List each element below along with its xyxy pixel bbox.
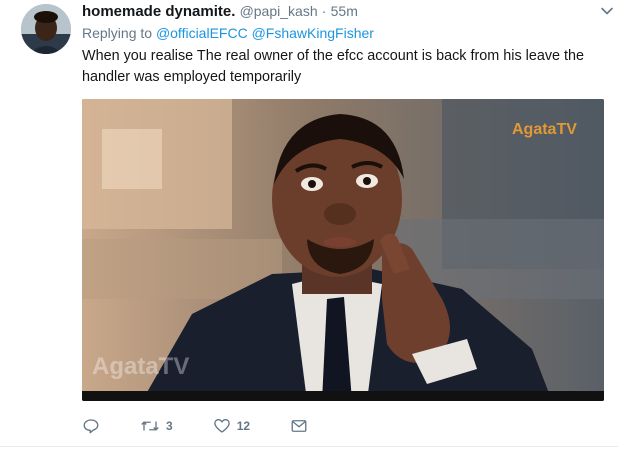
- tweet-text: When you realise The real owner of the e…: [82, 48, 585, 85]
- retweet-icon: [141, 421, 159, 431]
- tweet-header: homemade dynamite. @papi_kash · 55m: [82, 0, 604, 22]
- replying-to: Replying to @officialEFCC @FshawKingFish…: [82, 23, 604, 43]
- separator-dot: ·: [321, 3, 327, 19]
- like-count: 12: [236, 419, 251, 433]
- divider: [0, 446, 618, 447]
- timestamp[interactable]: 55m: [331, 3, 358, 19]
- tweet-actions: 3 12: [82, 415, 348, 437]
- like-button[interactable]: 12: [213, 417, 250, 435]
- retweet-count: 3: [166, 419, 173, 433]
- chevron-down-icon[interactable]: [600, 4, 614, 18]
- direct-message-button[interactable]: [290, 417, 308, 435]
- display-name[interactable]: homemade dynamite.: [82, 3, 235, 20]
- tweet: homemade dynamite. @papi_kash · 55m Repl…: [0, 0, 618, 453]
- watermark-bottom: AgataTV: [92, 353, 189, 380]
- mention-link[interactable]: @officialEFCC: [156, 25, 248, 41]
- heart-icon: [213, 419, 230, 433]
- watermark-top: AgataTV: [512, 121, 577, 138]
- tweet-media[interactable]: AgataTV AgataTV: [82, 99, 604, 401]
- avatar[interactable]: [21, 4, 71, 54]
- avatar-image: [21, 4, 71, 54]
- replying-to-label: Replying to: [82, 25, 153, 41]
- media-image: AgataTV AgataTV: [82, 99, 604, 401]
- reply-button[interactable]: [82, 417, 100, 435]
- user-handle[interactable]: @papi_kash: [240, 3, 318, 19]
- retweet-button[interactable]: 3: [140, 417, 173, 435]
- mention-link[interactable]: @FshawKingFisher: [252, 25, 374, 41]
- tweet-body: homemade dynamite. @papi_kash · 55m Repl…: [82, 0, 604, 88]
- reply-icon: [83, 419, 99, 434]
- envelope-icon: [291, 420, 307, 432]
